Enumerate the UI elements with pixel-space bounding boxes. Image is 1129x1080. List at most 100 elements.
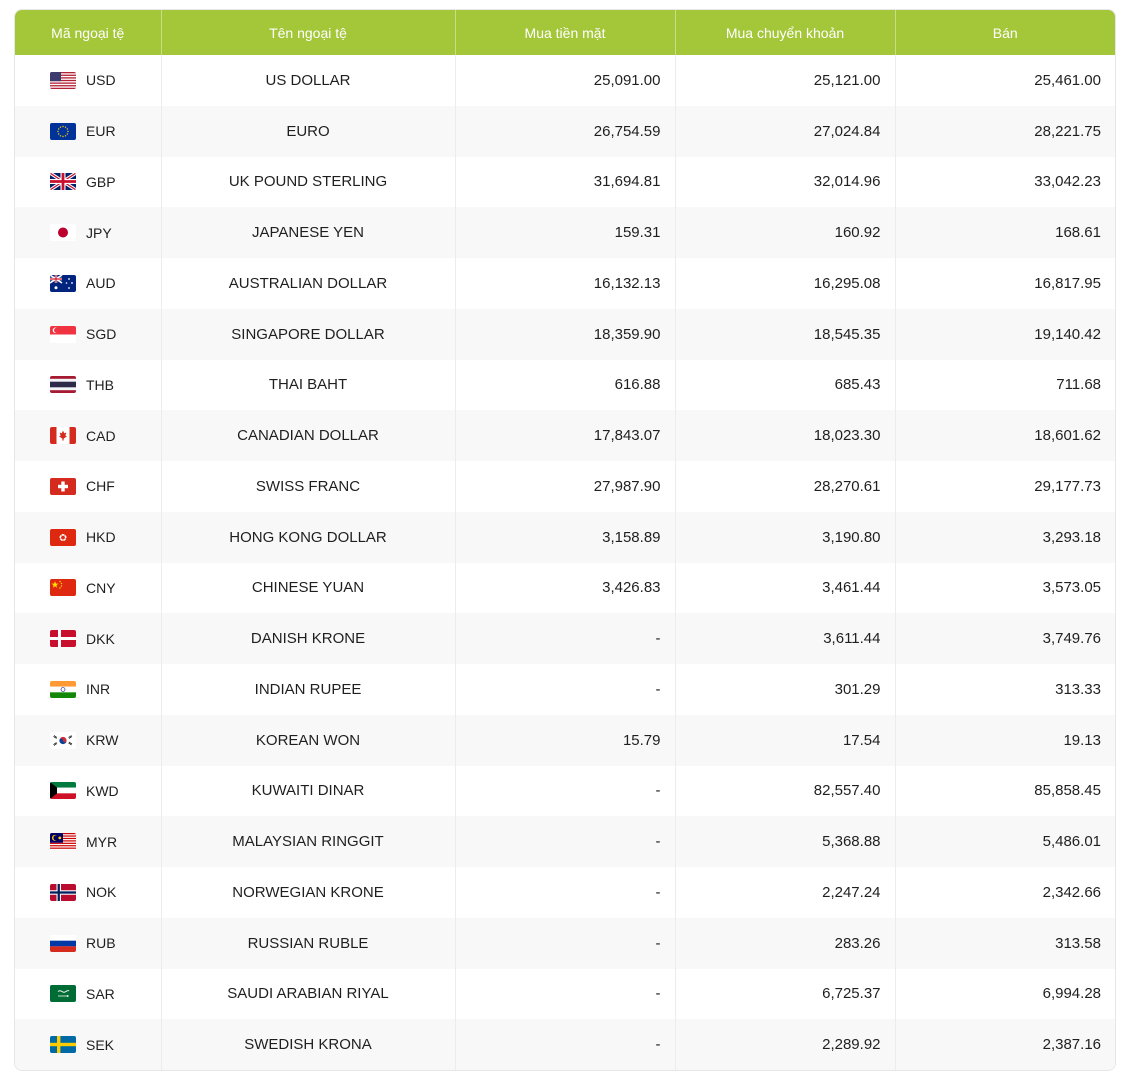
cash-buy-rate: 18,359.90 (455, 308, 676, 360)
sell-rate: 19.13 (1063, 731, 1101, 749)
currency-name: MALAYSIAN RINGGIT (161, 816, 456, 867)
currency-code-cell: EUR (15, 105, 162, 157)
currency-code-cell: SEK (15, 1019, 162, 1070)
currency-code-group: CNY (50, 579, 161, 597)
currency-name: UK POUND STERLING (161, 156, 456, 208)
transfer-buy-rate: 16,295.08 (675, 258, 896, 309)
cash-buy-rate: 26,754.59 (455, 105, 676, 157)
transfer-buy-rate: 685.43 (675, 359, 896, 411)
cash-buy-rate: 31,694.81 (455, 156, 676, 208)
currency-code-group: MYR (50, 833, 161, 851)
currency-code-cell: KWD (15, 765, 162, 817)
table-row: NOK NORWEGIAN KRONE -2,247.24 2,342.66 (15, 867, 1115, 918)
table-row: SEK SWEDISH KRONA -2,289.92 2,387.16 (15, 1019, 1115, 1070)
currency-code-cell: AUD (15, 258, 162, 309)
currency-code-group: SEK (50, 1036, 161, 1054)
header-currency-name: Tên ngoại tệ (161, 10, 456, 55)
currency-code: HKD (86, 529, 116, 546)
currency-code: SEK (86, 1036, 115, 1053)
denmark-flag-icon (50, 630, 76, 648)
currency-code: SAR (86, 985, 115, 1002)
currency-code-cell: MYR (15, 816, 162, 867)
currency-code-group: HKD (50, 528, 161, 546)
table-header-row: Mã ngoại tệ Tên ngoại tệ Mua tiền mặt Mu… (15, 10, 1115, 55)
currency-code: EUR (86, 123, 116, 140)
sell-rate: 6,994.28 (1042, 985, 1101, 1003)
currency-code-cell: DKK (15, 613, 162, 664)
transfer-buy-rate: 283.26 (675, 917, 896, 969)
malaysia-flag-icon (50, 833, 76, 851)
cash-buy-rate: - (455, 867, 676, 918)
transfer-buy-rate: 27,024.84 (675, 105, 896, 157)
header-cash-buy: Mua tiền mặt (455, 10, 676, 55)
us-flag-icon (50, 71, 76, 89)
currency-code-cell: CNY (15, 562, 162, 614)
sell-rate: 3,573.05 (1042, 579, 1101, 597)
currency-name: HONG KONG DOLLAR (161, 511, 456, 563)
sell-rate: 168.61 (1055, 224, 1101, 242)
currency-code-cell: CHF (15, 461, 162, 512)
sell-rate: 313.58 (1055, 934, 1101, 952)
switzerland-flag-icon (50, 477, 76, 495)
hong-kong-flag-icon (50, 528, 76, 546)
sell-rate: 16,817.95 (1034, 274, 1101, 292)
currency-name: AUSTRALIAN DOLLAR (161, 258, 456, 309)
currency-code-cell: RUB (15, 917, 162, 969)
currency-code: SGD (86, 326, 117, 343)
cash-buy-rate: 3,426.83 (455, 562, 676, 614)
currency-code-cell: SAR (15, 968, 162, 1020)
sell-rate: 313.33 (1055, 680, 1101, 698)
cash-buy-rate: 3,158.89 (455, 511, 676, 563)
currency-code-group: CHF (50, 477, 161, 495)
sell-rate: 3,293.18 (1042, 528, 1101, 546)
currency-code: GBP (86, 173, 116, 190)
japan-flag-icon (50, 224, 76, 242)
cash-buy-rate: - (455, 613, 676, 664)
table-row: HKD HONG KONG DOLLAR 3,158.89 3,190.80 3,293… (15, 511, 1115, 563)
india-flag-icon (50, 680, 76, 698)
transfer-buy-rate: 17.54 (675, 714, 896, 766)
china-flag-icon (50, 579, 76, 597)
cash-buy-rate: - (455, 664, 676, 715)
currency-code-group: AUD (50, 274, 161, 292)
cash-buy-rate: - (455, 968, 676, 1020)
cash-buy-rate: - (455, 816, 676, 867)
cash-buy-rate: - (455, 1019, 676, 1070)
currency-code: CHF (86, 478, 115, 495)
cash-buy-rate: - (455, 917, 676, 969)
sell-rate: 29,177.73 (1034, 477, 1101, 495)
currency-name: KOREAN WON (161, 714, 456, 766)
currency-code-cell: SGD (15, 308, 162, 360)
cash-buy-rate: 616.88 (455, 359, 676, 411)
cash-buy-rate: 25,091.00 (455, 55, 676, 106)
table-row: MYR MALAYSIAN RINGGIT -5,368.88 5,486.01 (15, 816, 1115, 867)
table-row: CAD CANADIAN DOLLAR 17,843.07 18,023.30 18,6… (15, 410, 1115, 461)
currency-code: KRW (86, 732, 119, 749)
currency-code-group: SGD (50, 325, 161, 343)
table-row: DKK DANISH KRONE -3,611.44 3,749.76 (15, 613, 1115, 664)
currency-code-group: THB (50, 376, 161, 394)
table-row: AUD AUSTRALIAN DOLLAR 16,132.13 16,295.08 16… (15, 258, 1115, 309)
currency-code-cell: GBP (15, 156, 162, 208)
table-row: GBP UK POUND STERLING 31,694.81 32,014.96 33… (15, 156, 1115, 208)
table-row: USD US DOLLAR 25,091.00 25,121.00 25,461.00 (15, 55, 1115, 106)
currency-name: EURO (161, 105, 456, 157)
currency-code: USD (86, 72, 116, 89)
currency-code: RUB (86, 935, 116, 952)
currency-name: DANISH KRONE (161, 613, 456, 664)
transfer-buy-rate: 160.92 (675, 207, 896, 258)
sell-rate: 85,858.45 (1034, 782, 1101, 800)
australia-flag-icon (50, 274, 76, 292)
cash-buy-rate: 17,843.07 (455, 410, 676, 461)
cash-buy-rate: 27,987.90 (455, 461, 676, 512)
currency-code-group: RUB (50, 934, 161, 952)
table-row: RUB RUSSIAN RUBLE -283.26 313.58 (15, 917, 1115, 969)
table-row: CHF SWISS FRANC 27,987.90 28,270.61 29,177.7… (15, 461, 1115, 512)
currency-name: NORWEGIAN KRONE (161, 867, 456, 918)
table-row: INR INDIAN RUPEE -301.29 313.33 (15, 664, 1115, 715)
currency-code: DKK (86, 630, 115, 647)
currency-code: JPY (86, 224, 112, 241)
transfer-buy-rate: 82,557.40 (675, 765, 896, 817)
transfer-buy-rate: 5,368.88 (675, 816, 896, 867)
cash-buy-rate: - (455, 765, 676, 817)
